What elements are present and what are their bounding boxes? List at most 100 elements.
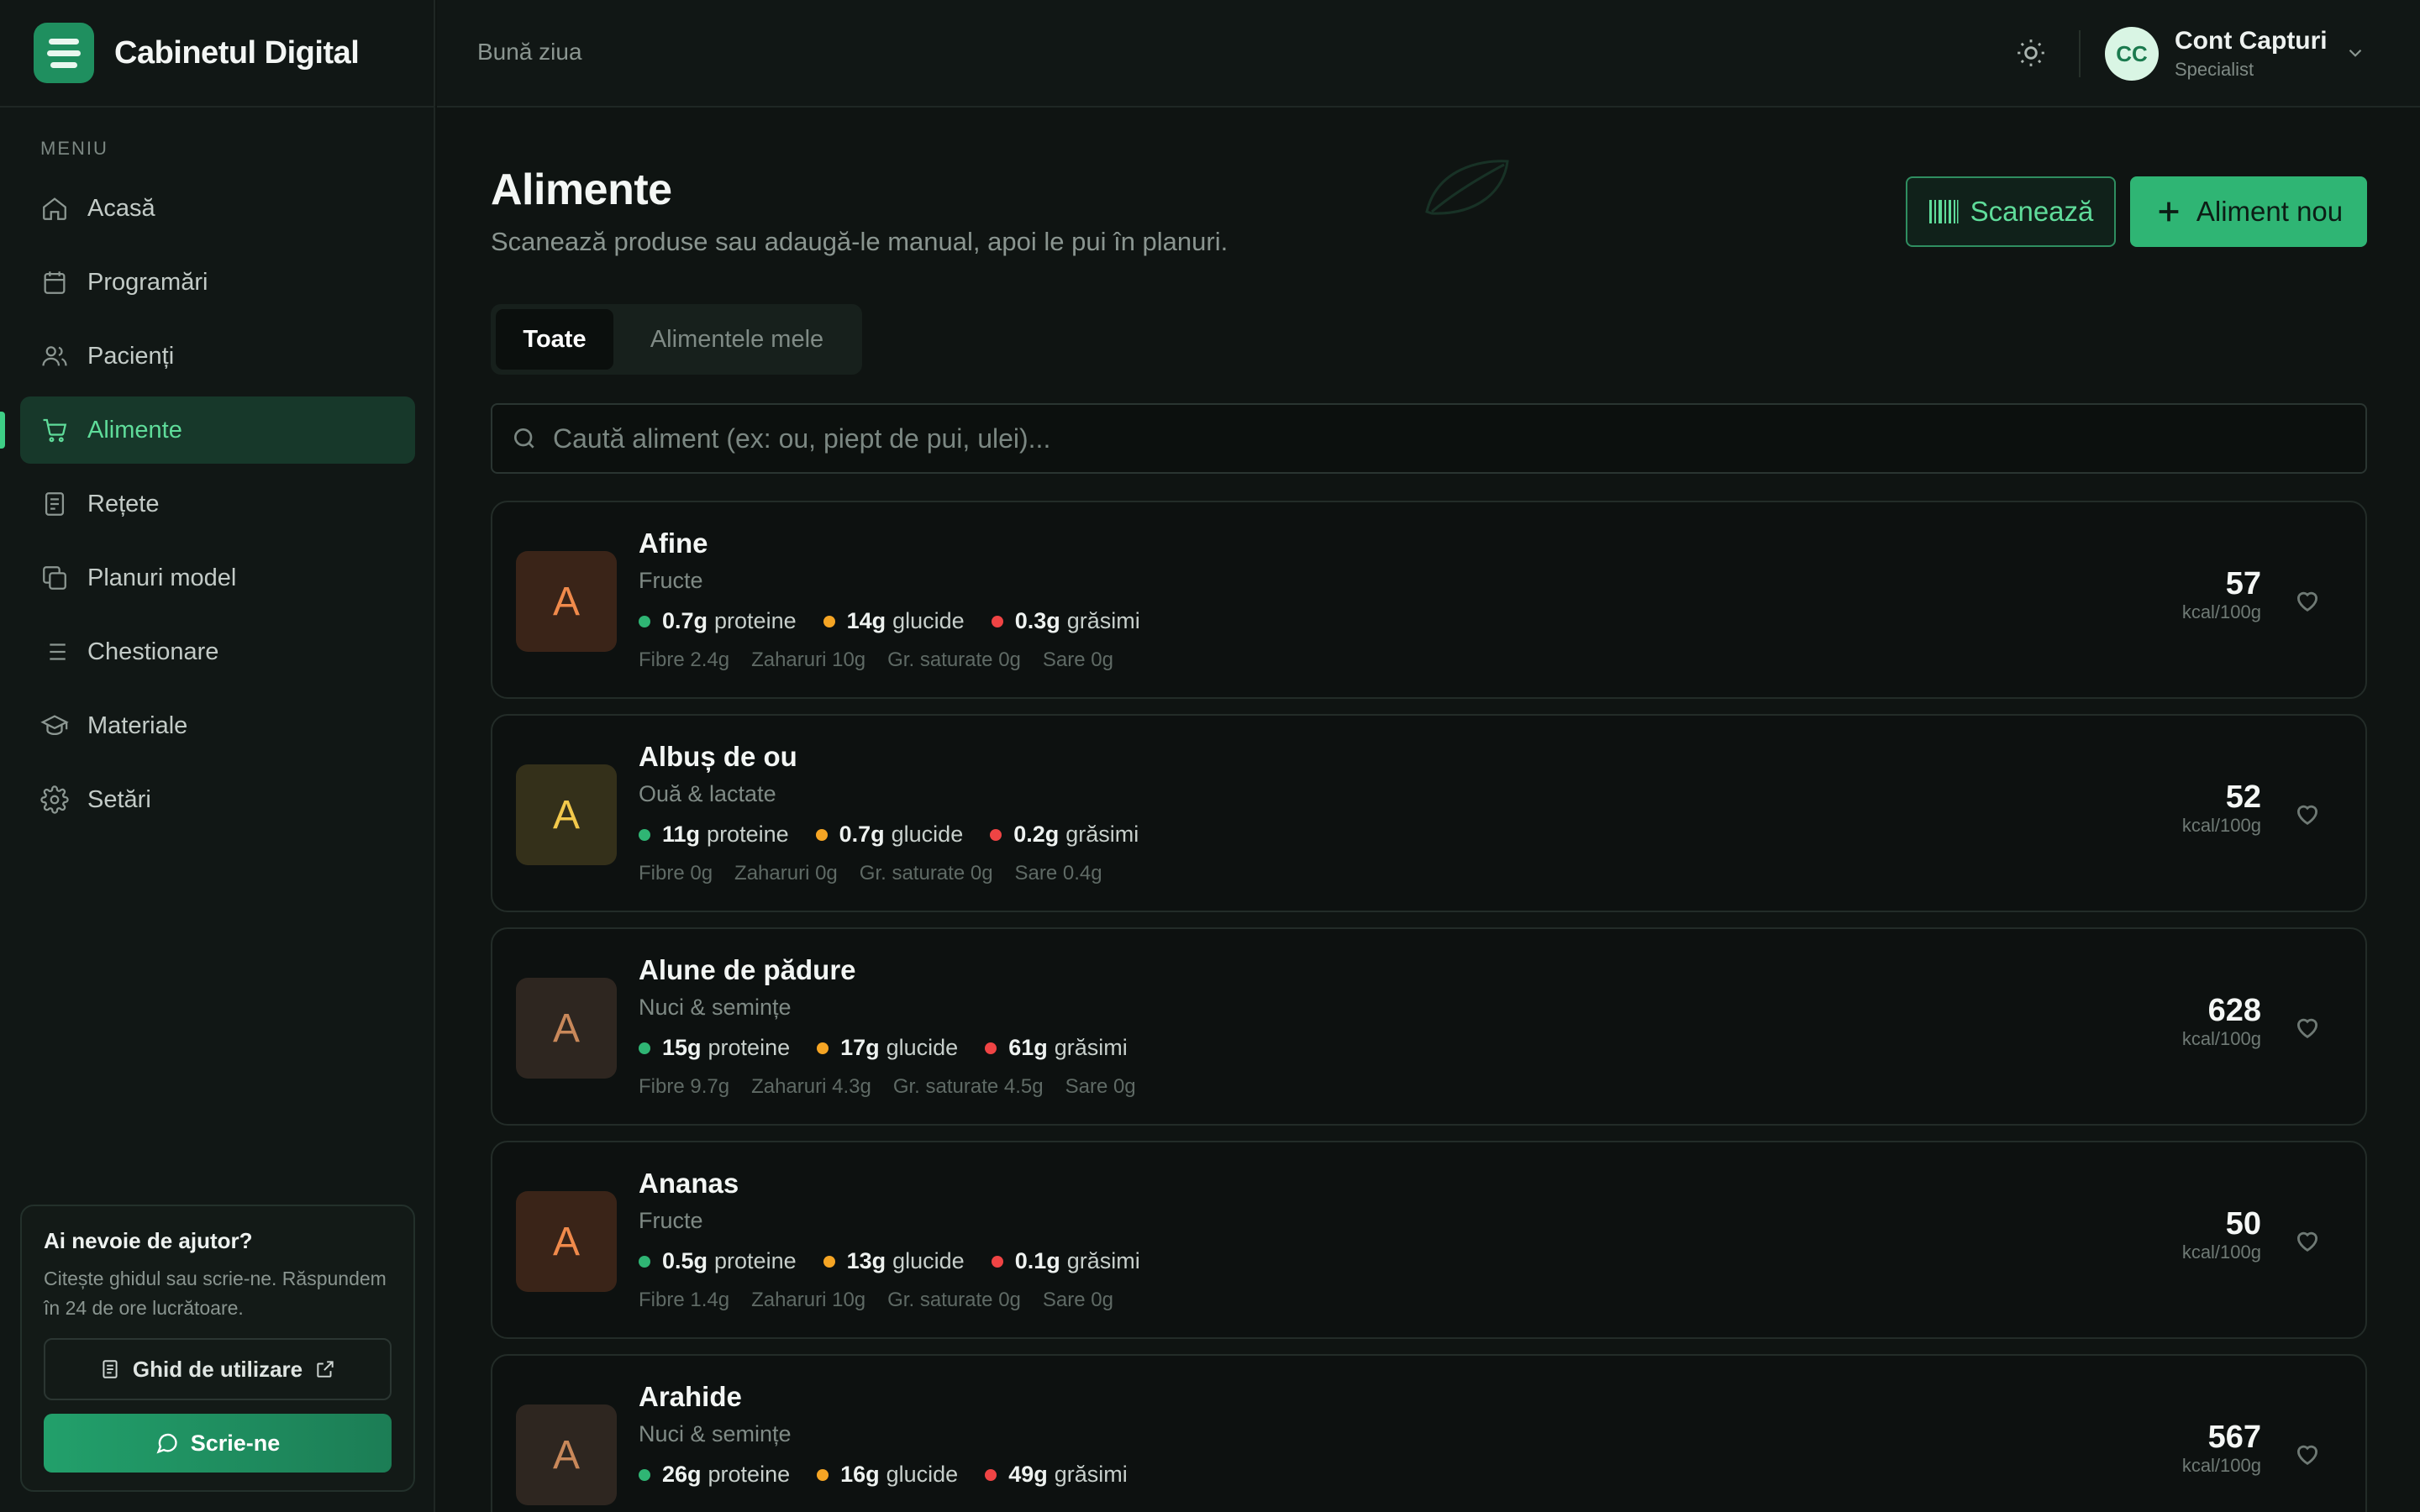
fat-label: grăsimi bbox=[1066, 608, 1140, 633]
sugar-value: Zaharuri 0g bbox=[734, 862, 838, 885]
gear-icon bbox=[40, 785, 69, 814]
list-icon bbox=[44, 643, 66, 660]
plus-icon bbox=[2159, 202, 2179, 222]
sidebar-item-acasa[interactable]: Acasă bbox=[20, 175, 415, 242]
help-text: Citește ghidul sau scrie-ne. Răspundem î… bbox=[44, 1268, 387, 1319]
search-input[interactable] bbox=[553, 423, 2365, 454]
carbs-dot bbox=[823, 615, 835, 627]
sidebar-item-label: Materiale bbox=[87, 711, 188, 739]
macro-carbs: 16g glucide bbox=[817, 1462, 958, 1488]
macro-carbs: 0.7g glucide bbox=[815, 822, 963, 848]
heart-icon bbox=[2296, 1018, 2318, 1038]
salt-value: Sare 0g bbox=[1042, 1289, 1113, 1311]
scan-button[interactable]: Scanează bbox=[1906, 176, 2116, 247]
macro-fat: 0.1g grăsimi bbox=[991, 1248, 1140, 1274]
food-name: Afine bbox=[639, 528, 708, 559]
favorite-button[interactable] bbox=[2293, 1226, 2322, 1255]
brand[interactable]: Cabinetul Digital bbox=[0, 0, 434, 108]
protein-label: proteine bbox=[714, 1248, 797, 1273]
kcal-value: 628 bbox=[2207, 993, 2261, 1028]
protein-value: 11g bbox=[662, 822, 701, 847]
fibre-value: Fibre 9.7g bbox=[639, 1075, 730, 1098]
guide-button[interactable]: Ghid de utilizare bbox=[44, 1338, 392, 1400]
kcal-unit: kcal/100g bbox=[2181, 601, 2261, 622]
user-role: Specialist bbox=[2175, 59, 2254, 80]
food-kcal: 628 kcal/100g bbox=[2182, 993, 2261, 1050]
carbs-value: 13g bbox=[846, 1248, 886, 1273]
fat-label: grăsimi bbox=[1066, 1248, 1140, 1273]
food-card[interactable]: A Albuș de ou Ouă & lactate 11g proteine … bbox=[491, 714, 2367, 912]
protein-dot bbox=[639, 1042, 650, 1054]
sidebar-item-planuri-model[interactable]: Planuri model bbox=[20, 544, 415, 612]
favorite-button[interactable] bbox=[2293, 800, 2322, 828]
sidebar-item-setari[interactable]: Setări bbox=[20, 766, 415, 833]
theme-toggle[interactable] bbox=[2015, 37, 2047, 69]
food-extras: Fibre 2.4g Zaharuri 10g Gr. saturate 0g … bbox=[639, 648, 1135, 672]
food-avatar: A bbox=[516, 551, 617, 652]
fat-value: 0.2g bbox=[1013, 822, 1060, 847]
food-kcal: 57 kcal/100g bbox=[2182, 566, 2261, 623]
saturated-fat-value: Gr. saturate 0g bbox=[887, 1289, 1021, 1311]
fat-dot bbox=[985, 1468, 997, 1481]
page-title: Alimente bbox=[491, 165, 672, 214]
protein-label: proteine bbox=[708, 1462, 791, 1487]
macro-protein: 26g proteine bbox=[639, 1462, 790, 1488]
user-name[interactable]: Cont Capturi bbox=[2175, 27, 2328, 55]
food-category: Fructe bbox=[639, 1208, 703, 1233]
sidebar-item-pacienti[interactable]: Pacienți bbox=[20, 323, 415, 390]
sidebar-item-label: Acasă bbox=[87, 194, 155, 222]
protein-dot bbox=[639, 615, 650, 627]
fat-value: 0.1g bbox=[1014, 1248, 1060, 1273]
carbs-label: glucide bbox=[892, 1248, 965, 1273]
sidebar-item-programari[interactable]: Programări bbox=[20, 249, 415, 316]
fat-value: 61g bbox=[1008, 1035, 1048, 1060]
fibre-value: Fibre 2.4g bbox=[639, 648, 730, 671]
new-food-button[interactable]: Aliment nou bbox=[2130, 176, 2367, 247]
account-menu-toggle[interactable] bbox=[2344, 42, 2366, 64]
favorite-button[interactable] bbox=[2293, 586, 2322, 615]
copy-icon bbox=[43, 566, 66, 590]
tab-alimentele-mele[interactable]: Alimentele mele bbox=[617, 309, 857, 370]
fibre-value: Fibre 0g bbox=[639, 862, 713, 885]
heart-icon bbox=[2296, 1231, 2318, 1252]
protein-value: 15g bbox=[662, 1035, 702, 1060]
carbs-value: 17g bbox=[840, 1035, 880, 1060]
macro-fat: 0.2g grăsimi bbox=[990, 822, 1139, 848]
sidebar-item-label: Programări bbox=[87, 268, 208, 296]
kcal-value: 567 bbox=[2207, 1420, 2261, 1455]
food-card[interactable]: A Alune de pădure Nuci & semințe 15g prot… bbox=[491, 927, 2367, 1126]
heart-icon bbox=[2296, 1445, 2318, 1465]
macro-carbs: 13g glucide bbox=[823, 1248, 965, 1274]
fat-label: grăsimi bbox=[1065, 822, 1139, 847]
food-extras: Fibre 1.4g Zaharuri 10g Gr. saturate 0g … bbox=[639, 1289, 1135, 1312]
food-avatar: A bbox=[516, 1404, 617, 1505]
brand-logo-icon bbox=[34, 23, 94, 83]
write-us-button[interactable]: Scrie-ne bbox=[44, 1414, 392, 1473]
carbs-label: glucide bbox=[892, 608, 965, 633]
fat-value: 49g bbox=[1008, 1462, 1048, 1487]
protein-value: 0.5g bbox=[662, 1248, 708, 1273]
food-card[interactable]: A Afine Fructe 0.7g proteine 14g glucide 0… bbox=[491, 501, 2367, 699]
sidebar-item-alimente[interactable]: Alimente bbox=[0, 396, 415, 464]
menu-heading: MENIU bbox=[40, 138, 108, 159]
sidebar-item-chestionare[interactable]: Chestionare bbox=[20, 618, 415, 685]
chevron-down-icon bbox=[2349, 49, 2362, 57]
sidebar-item-retete[interactable]: Rețete bbox=[20, 470, 415, 538]
food-kcal: 52 kcal/100g bbox=[2182, 780, 2261, 837]
avatar[interactable]: CC bbox=[2105, 27, 2159, 81]
sidebar-item-materiale[interactable]: Materiale bbox=[20, 692, 415, 759]
food-card[interactable]: A Ananas Fructe 0.5g proteine 13g glucide … bbox=[491, 1141, 2367, 1339]
tab-toate[interactable]: Toate bbox=[496, 309, 614, 370]
food-avatar: A bbox=[516, 978, 617, 1079]
salt-value: Sare 0g bbox=[1042, 648, 1113, 671]
favorite-button[interactable] bbox=[2293, 1440, 2322, 1468]
protein-dot bbox=[639, 1468, 650, 1481]
food-category: Nuci & semințe bbox=[639, 1421, 792, 1446]
food-avatar: A bbox=[516, 764, 617, 865]
favorite-button[interactable] bbox=[2293, 1013, 2322, 1042]
kcal-value: 50 bbox=[2225, 1206, 2261, 1242]
food-macros: 11g proteine 0.7g glucide 0.2g grăsimi bbox=[639, 822, 1165, 848]
food-category: Ouă & lactate bbox=[639, 781, 776, 806]
food-card[interactable]: A Arahide Nuci & semințe 26g proteine 16g… bbox=[491, 1354, 2367, 1512]
protein-dot bbox=[639, 828, 650, 841]
